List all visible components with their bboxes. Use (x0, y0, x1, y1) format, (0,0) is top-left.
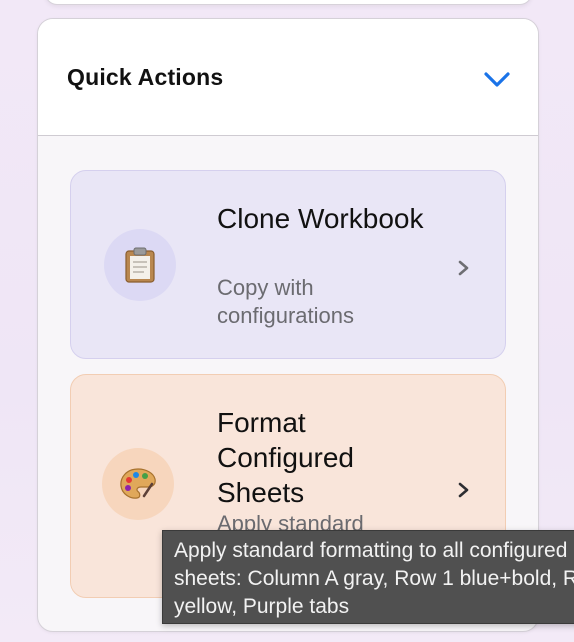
clone-icon-circle (104, 229, 176, 301)
clipboard-icon (125, 247, 155, 283)
clone-workbook-button[interactable]: Clone Workbook Copy with configurations (70, 170, 506, 359)
card-description: Copy with configurations (217, 275, 354, 328)
tooltip-line: sheets: Column A gray, Row 1 blue+bold, … (174, 567, 574, 590)
panel-header[interactable]: Quick Actions (38, 19, 538, 136)
chevron-right-icon (458, 260, 469, 276)
card-description: Apply standard formatting to all configu… (217, 511, 364, 532)
chevron-right-icon (458, 482, 469, 498)
card-title: Clone Workbook (217, 203, 424, 234)
chevron-down-icon[interactable] (482, 67, 512, 91)
page: Quick Actions Clone Workbook Copy with c… (0, 0, 574, 642)
previous-panel-edge (45, 0, 532, 5)
format-icon-circle (102, 448, 174, 520)
panel-title: Quick Actions (67, 64, 224, 90)
tooltip-line: yellow, Purple tabs (174, 595, 350, 618)
tooltip: Apply standard formatting to all configu… (162, 530, 574, 624)
tooltip-line: Apply standard formatting to all configu… (174, 539, 568, 562)
card-title: Format Configured Sheets (217, 407, 354, 508)
palette-icon (120, 468, 156, 499)
